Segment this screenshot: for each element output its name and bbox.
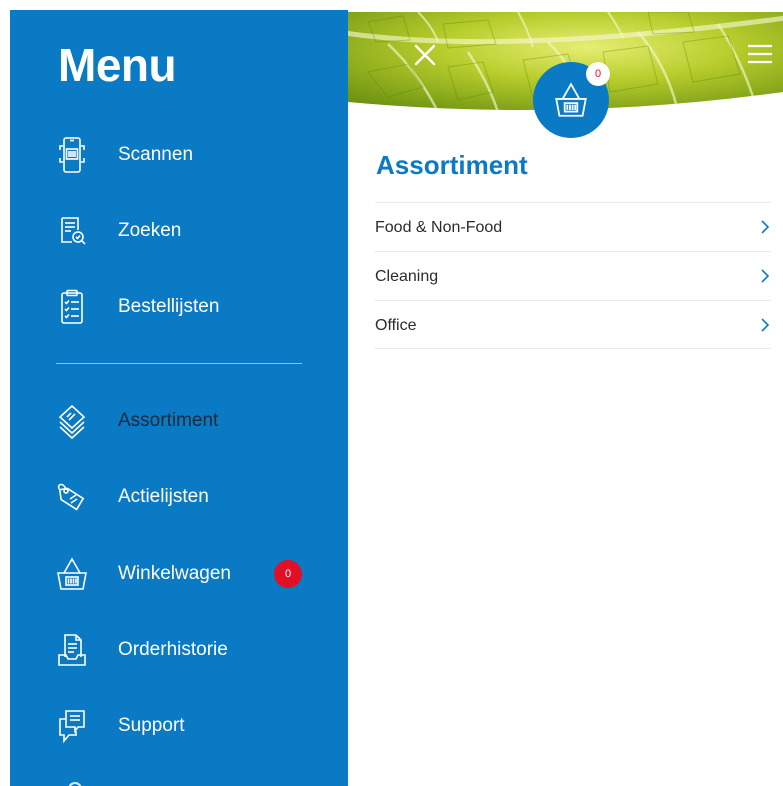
menu-item-support[interactable]: Support [10,696,348,756]
menu-item-label: Assortiment [118,410,219,431]
side-menu-drawer: Menu Scannen Zoeken Bestellijsten Assort… [10,10,348,786]
document-tray-icon [54,630,90,670]
menu-item-label: Zoeken [118,220,182,241]
chevron-right-icon [761,318,770,332]
category-row-food-non-food[interactable]: Food & Non-Food [375,202,771,251]
menu-item-actielijsten[interactable]: Actielijsten [10,467,348,527]
menu-item-zoeken[interactable]: Zoeken [10,201,348,261]
menu-item-label: Scannen [118,144,194,165]
menu-item-label: Orderhistorie [118,639,228,660]
menu-item-winkelwagen[interactable]: Winkelwagen 0 [10,544,348,604]
category-list: Food & Non-Food Cleaning Office [375,202,771,349]
menu-item-label: Winkelwagen [118,563,231,584]
category-label: Cleaning [375,268,439,285]
clipboard-checklist-icon [54,287,90,327]
layers-icon [54,401,90,441]
header-top-gap [458,0,783,12]
page-title: Assortiment [376,150,528,180]
menu-item-bestellijsten[interactable]: Bestellijsten [10,277,348,337]
document-search-icon [54,211,90,251]
menu-item-scannen[interactable]: Scannen [10,125,348,185]
cart-count-badge: 0 [586,62,610,86]
category-row-office[interactable]: Office [375,300,771,349]
category-label: Food & Non-Food [375,219,503,236]
category-label: Office [375,317,417,334]
cart-count-badge: 0 [274,560,302,588]
close-menu-button[interactable] [412,42,438,68]
menu-item-label: Bestellijsten [118,296,220,317]
chat-bubble-icon [54,706,90,746]
basket-icon [555,82,587,117]
category-row-cleaning[interactable]: Cleaning [375,251,771,300]
hamburger-icon [748,44,772,64]
menu-item-label: Actielijsten [118,486,209,507]
menu-divider [56,363,302,364]
chevron-right-icon [761,269,770,283]
close-icon [414,44,436,66]
menu-title: Menu [58,39,177,91]
phone-scan-icon [54,135,90,175]
next-menu-item-icon [68,782,82,786]
menu-item-label: Support [118,715,185,736]
menu-item-orderhistorie[interactable]: Orderhistorie [10,620,348,680]
content-panel: 0 Assortiment Food & Non-Food Cleaning O… [348,0,783,786]
chevron-right-icon [761,220,770,234]
hamburger-menu-button[interactable] [746,42,774,66]
menu-item-assortiment[interactable]: Assortiment [10,391,348,451]
price-tag-icon [54,477,90,517]
basket-icon [54,554,90,594]
